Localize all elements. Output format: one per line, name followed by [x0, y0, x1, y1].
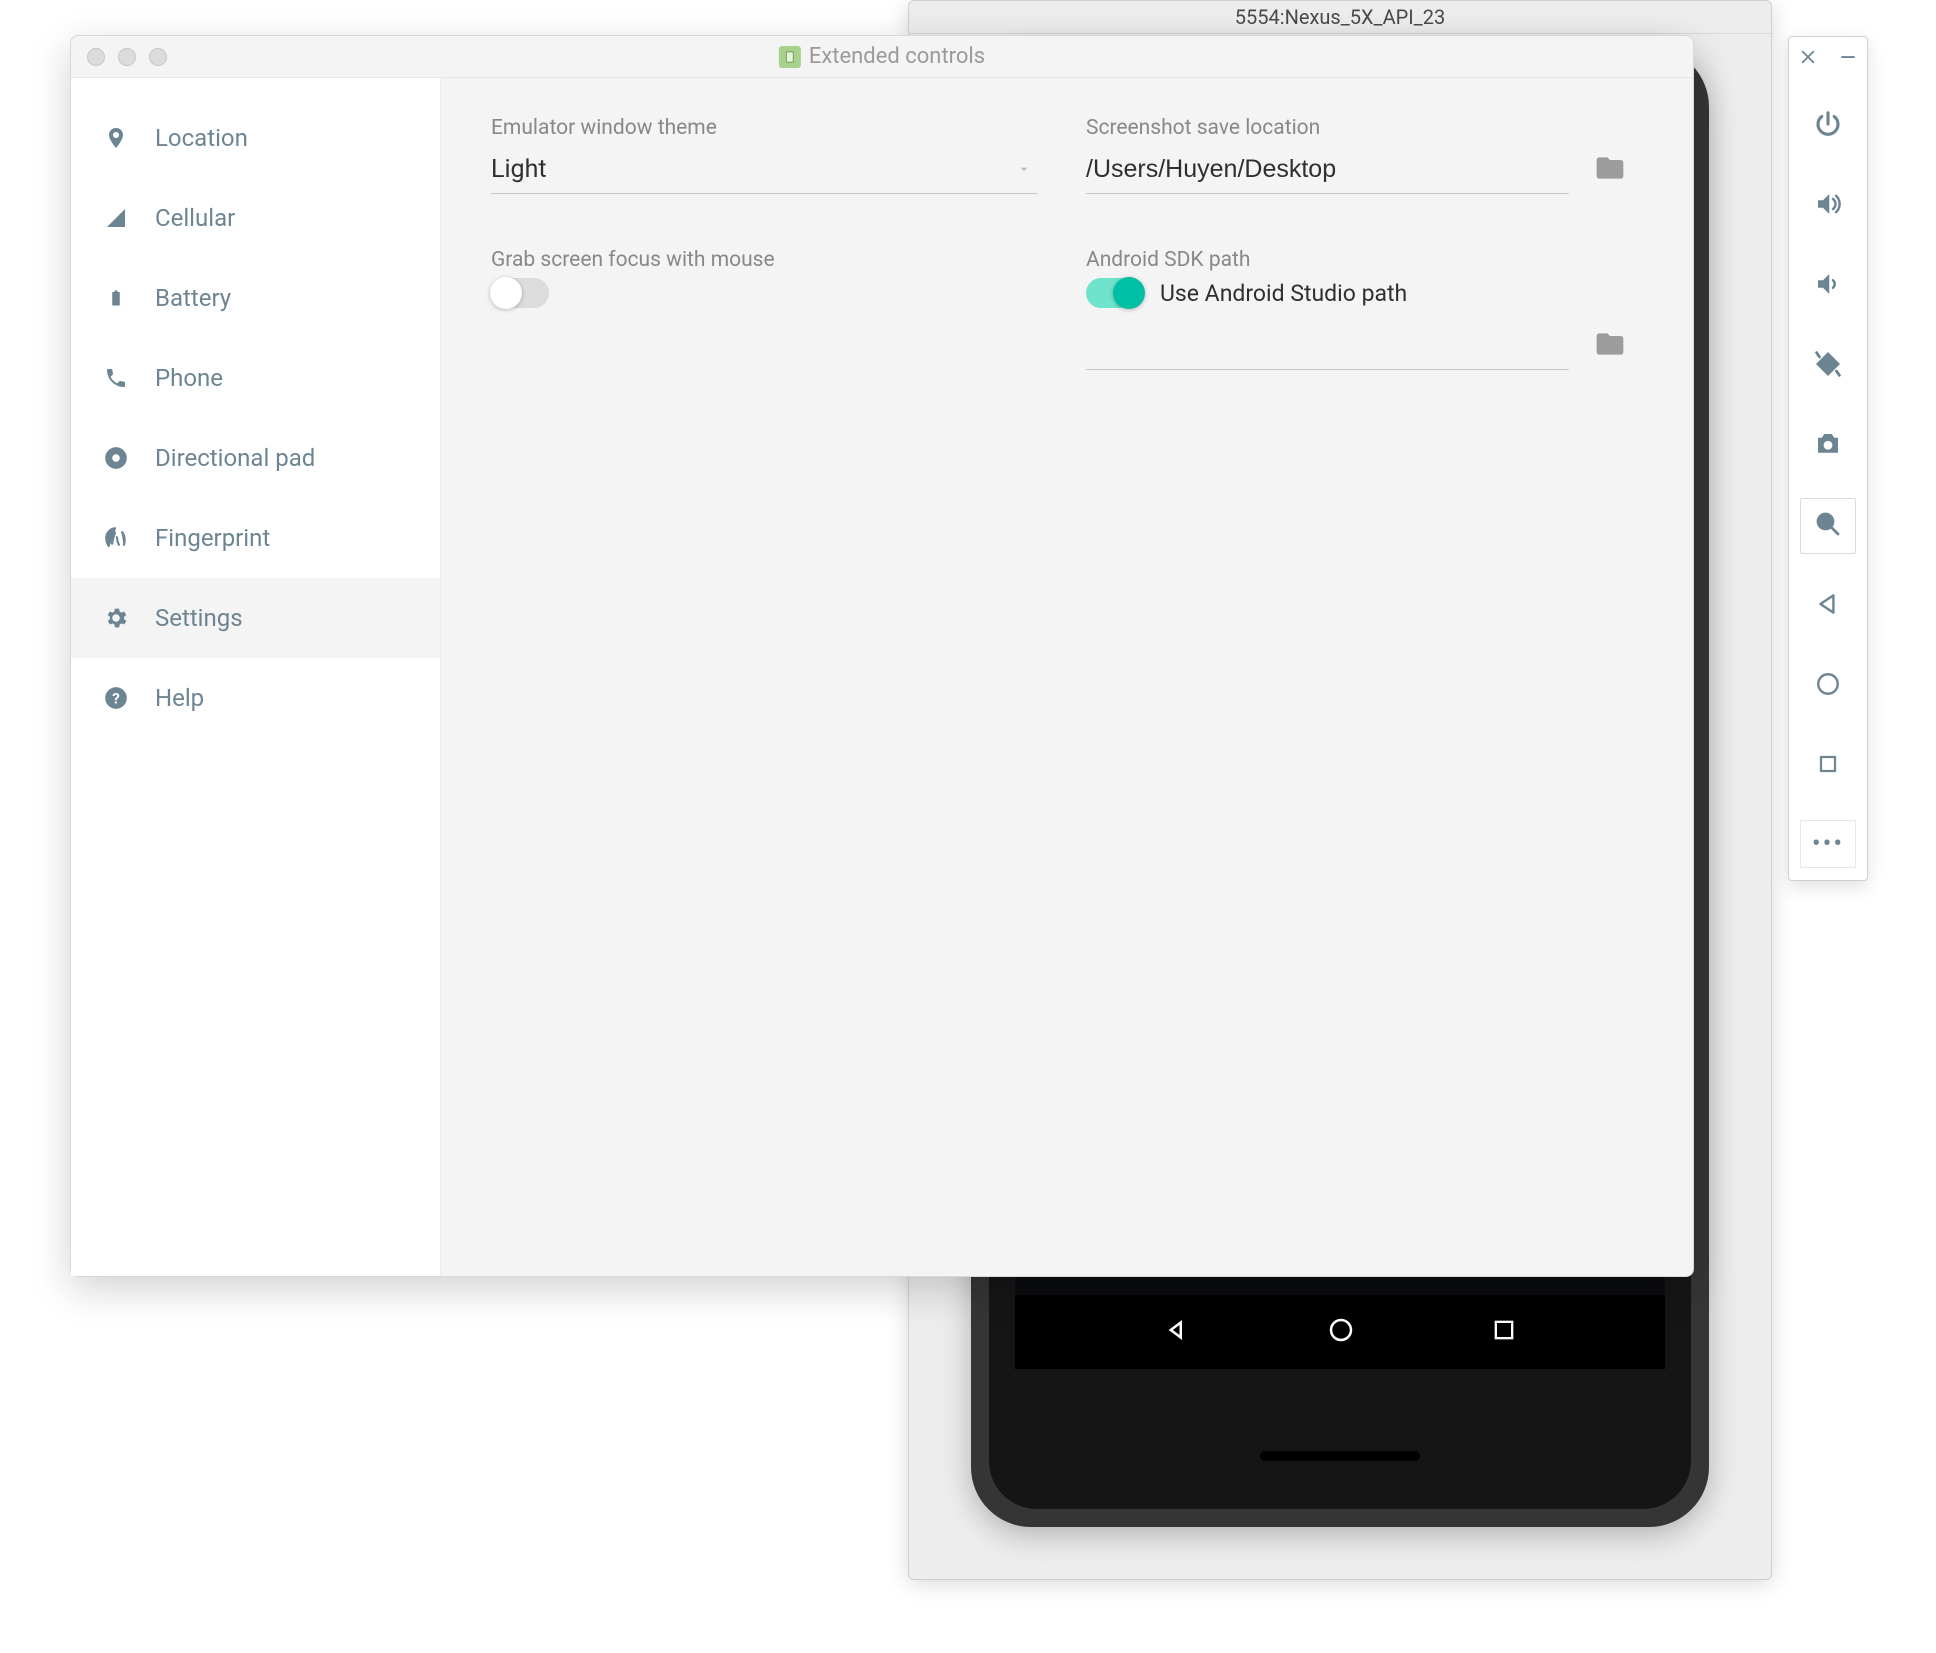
sidebar-item-label: Cellular [155, 204, 235, 232]
sdk-label: Android SDK path [1086, 248, 1633, 272]
grab-focus-toggle[interactable] [491, 278, 549, 308]
camera-icon [1813, 429, 1843, 463]
window-controls [71, 48, 167, 66]
sidebar-item-label: Location [155, 124, 248, 152]
window-zoom-button[interactable] [149, 48, 167, 66]
screenshot-button[interactable] [1800, 418, 1856, 474]
settings-col-right: Screenshot save location Android SD [1086, 116, 1633, 1238]
help-icon: ? [101, 685, 131, 711]
dialog-title: Extended controls [779, 44, 985, 69]
overview-icon [1816, 752, 1840, 780]
zoom-icon [1813, 509, 1843, 543]
dialog-title-text: Extended controls [809, 44, 985, 69]
gear-icon [101, 605, 131, 631]
svg-text:?: ? [112, 689, 120, 707]
dialog-body: Location Cellular Battery Phone [71, 78, 1693, 1276]
sidebar-item-battery[interactable]: Battery [71, 258, 440, 338]
nav-back-icon[interactable] [1162, 1315, 1192, 1349]
volume-down-icon [1813, 269, 1843, 303]
theme-field: Emulator window theme Light [491, 116, 1038, 194]
more-button[interactable]: ••• [1800, 820, 1856, 868]
sidebar-item-label: Settings [155, 604, 243, 632]
power-icon [1813, 109, 1843, 143]
folder-icon [1590, 152, 1630, 188]
sidebar-item-cellular[interactable]: Cellular [71, 178, 440, 258]
window-minimize-button[interactable] [118, 48, 136, 66]
overview-button[interactable] [1800, 738, 1856, 794]
settings-sidebar: Location Cellular Battery Phone [71, 78, 441, 1276]
back-icon [1815, 591, 1841, 621]
window-close-button[interactable] [87, 48, 105, 66]
screenshot-path-input[interactable] [1086, 155, 1569, 184]
toggle-knob [1113, 277, 1145, 309]
volume-down-button[interactable] [1800, 258, 1856, 314]
battery-icon [101, 284, 131, 312]
screenshot-path-input-wrap [1086, 146, 1569, 194]
theme-select[interactable]: Light [491, 146, 1038, 194]
rotate-icon [1811, 347, 1845, 385]
theme-value: Light [491, 155, 547, 184]
volume-up-icon [1813, 189, 1843, 223]
emulator-title-bar: 5554:Nexus_5X_API_23 [909, 1, 1771, 34]
cellular-icon [101, 206, 131, 230]
dpad-icon [101, 445, 131, 471]
sidebar-item-label: Battery [155, 284, 231, 312]
sidebar-item-help[interactable]: ? Help [71, 658, 440, 738]
sdk-use-studio-label: Use Android Studio path [1160, 280, 1407, 307]
sidebar-item-fingerprint[interactable]: Fingerprint [71, 498, 440, 578]
rotate-button[interactable] [1800, 338, 1856, 394]
home-icon [1815, 671, 1841, 701]
grab-focus-field: Grab screen focus with mouse [491, 248, 1038, 312]
emulator-side-panel: ••• [1788, 36, 1868, 881]
power-button[interactable] [1800, 98, 1856, 154]
side-panel-top [1789, 37, 1867, 86]
more-icon: ••• [1812, 829, 1844, 859]
sidebar-item-settings[interactable]: Settings [71, 578, 440, 658]
screenshot-browse-button[interactable] [1587, 151, 1633, 189]
sidebar-item-label: Phone [155, 364, 223, 392]
chevron-down-icon [1016, 155, 1032, 184]
sdk-use-studio-toggle[interactable] [1086, 278, 1144, 308]
back-button[interactable] [1800, 578, 1856, 634]
sdk-path-input-wrap [1086, 322, 1569, 370]
panel-minimize-button[interactable] [1839, 47, 1857, 72]
android-nav-bar [1015, 1295, 1665, 1369]
sidebar-item-label: Help [155, 684, 204, 712]
folder-icon [1590, 328, 1630, 364]
zoom-button[interactable] [1800, 498, 1856, 554]
toggle-knob [490, 277, 522, 309]
settings-col-left: Emulator window theme Light Grab screen … [491, 116, 1038, 1238]
sdk-path-input[interactable] [1086, 331, 1569, 360]
sidebar-item-label: Directional pad [155, 444, 315, 472]
home-button[interactable] [1800, 658, 1856, 714]
grab-focus-label: Grab screen focus with mouse [491, 248, 1038, 272]
sidebar-item-dpad[interactable]: Directional pad [71, 418, 440, 498]
app-icon [779, 46, 801, 68]
emulator-title: 5554:Nexus_5X_API_23 [1235, 5, 1445, 29]
sidebar-item-phone[interactable]: Phone [71, 338, 440, 418]
sidebar-item-label: Fingerprint [155, 524, 270, 552]
location-icon [101, 124, 131, 152]
phone-icon [101, 366, 131, 390]
screenshot-path-field: Screenshot save location [1086, 116, 1633, 194]
sidebar-item-location[interactable]: Location [71, 98, 440, 178]
theme-label: Emulator window theme [491, 116, 1038, 140]
sdk-browse-button[interactable] [1587, 327, 1633, 365]
panel-close-button[interactable] [1799, 47, 1817, 72]
nav-home-icon[interactable] [1326, 1315, 1356, 1349]
sdk-path-field: Android SDK path Use Android Studio path [1086, 248, 1633, 370]
screenshot-label: Screenshot save location [1086, 116, 1633, 140]
device-speaker [1260, 1451, 1420, 1461]
volume-up-button[interactable] [1800, 178, 1856, 234]
extended-controls-dialog: Extended controls Location Cellular [70, 35, 1694, 1277]
nav-overview-icon[interactable] [1490, 1316, 1518, 1348]
fingerprint-icon [101, 525, 131, 551]
settings-content: Emulator window theme Light Grab screen … [441, 78, 1693, 1276]
dialog-titlebar: Extended controls [71, 36, 1693, 78]
